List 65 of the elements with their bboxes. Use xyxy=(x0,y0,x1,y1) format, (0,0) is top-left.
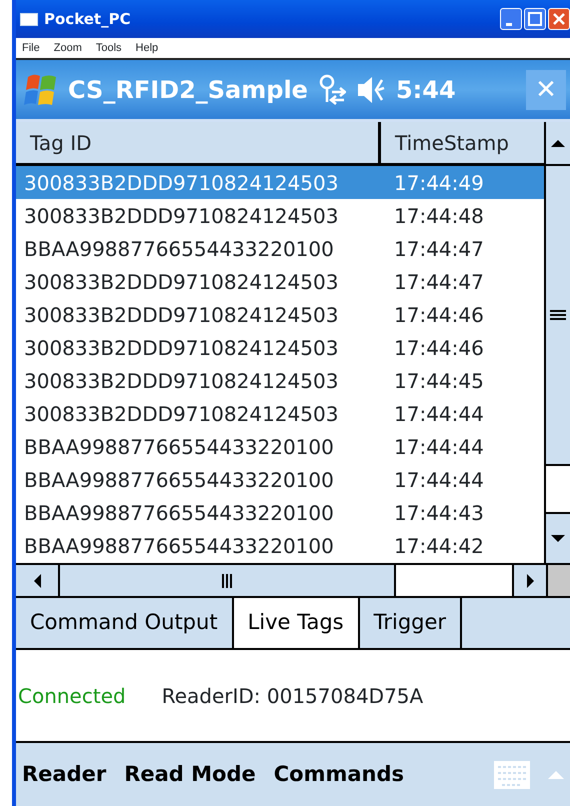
app-title: CS_RFID2_Sample xyxy=(68,74,308,106)
clock-time: 5:44 xyxy=(396,74,456,106)
up-arrow-icon xyxy=(551,138,565,148)
menu-item[interactable]: Help xyxy=(136,40,158,56)
table-row[interactable]: 300833B2DDD9710824124503 17:44:48 xyxy=(16,199,544,232)
tag-id: BBAA99887766554433220100 xyxy=(23,236,335,262)
grip-icon xyxy=(222,574,232,588)
menu-item[interactable]: Zoom xyxy=(54,40,82,56)
tab[interactable]: Live Tags xyxy=(234,598,360,648)
maximize-button[interactable] xyxy=(524,8,546,30)
table-row[interactable]: 300833B2DDD9710824124503 17:44:46 xyxy=(16,331,544,364)
menu-item[interactable]: Tools xyxy=(96,40,122,56)
connection-status: Connected xyxy=(18,682,126,710)
timestamp: 17:44:48 xyxy=(393,202,484,230)
table-row[interactable]: BBAA99887766554433220100 17:44:43 xyxy=(16,496,544,529)
maximize-icon xyxy=(528,12,542,26)
menu-soft-key[interactable]: Reader xyxy=(22,758,106,790)
timestamp: 17:44:47 xyxy=(393,236,484,262)
timestamp: 17:44:46 xyxy=(393,334,484,362)
tag-id: 300833B2DDD9710824124503 xyxy=(23,268,340,296)
tag-id: 300833B2DDD9710824124503 xyxy=(23,334,340,362)
table-row[interactable]: 300833B2DDD9710824124503 17:44:46 xyxy=(16,298,544,331)
connectivity-icon[interactable] xyxy=(318,74,346,106)
tag-id: 300833B2DDD9710824124503 xyxy=(23,400,340,428)
minimize-button[interactable] xyxy=(500,8,522,30)
timestamp: 17:44:43 xyxy=(393,500,484,526)
timestamp: 17:44:49 xyxy=(393,170,484,196)
timestamp: 17:44:44 xyxy=(393,400,484,428)
down-arrow-icon xyxy=(551,534,565,543)
timestamp: 17:44:44 xyxy=(393,466,484,494)
reader-id: ReaderID: 00157084D75A xyxy=(162,682,424,710)
right-arrow-icon xyxy=(526,574,534,588)
close-button[interactable] xyxy=(548,8,570,30)
minimize-icon xyxy=(506,22,512,26)
tag-id: 300833B2DDD9710824124503 xyxy=(23,302,340,328)
table-row[interactable]: BBAA99887766554433220100 17:44:44 xyxy=(16,463,544,496)
tag-id: BBAA99887766554433220100 xyxy=(23,466,335,494)
menu-soft-key[interactable]: Commands xyxy=(274,758,404,790)
menu-item[interactable]: File xyxy=(22,40,40,56)
tag-id: BBAA99887766554433220100 xyxy=(23,500,335,526)
tag-id: 300833B2DDD9710824124503 xyxy=(23,368,340,394)
window-title: Pocket_PC xyxy=(44,8,131,30)
tag-id: 300833B2DDD9710824124503 xyxy=(23,202,340,230)
grip-icon xyxy=(550,310,566,320)
tag-id: 300833B2DDD9710824124503 xyxy=(23,170,340,196)
scroll-corner xyxy=(548,565,570,596)
tag-id: BBAA99887766554433220100 xyxy=(23,532,335,560)
table-row[interactable]: BBAA99887766554433220100 17:44:44 xyxy=(16,430,544,463)
timestamp: 17:44:42 xyxy=(393,532,484,560)
close-icon xyxy=(552,12,566,26)
table-row[interactable]: BBAA99887766554433220100 17:44:47 xyxy=(16,232,544,265)
column-header[interactable]: TimeStamp xyxy=(381,122,544,163)
table-row[interactable]: 300833B2DDD9710824124503 17:44:44 xyxy=(16,397,544,430)
timestamp: 17:44:44 xyxy=(393,434,484,460)
left-arrow-icon xyxy=(32,574,42,588)
window-icon xyxy=(20,12,38,26)
table-row[interactable]: 300833B2DDD9710824124503 17:44:45 xyxy=(16,364,544,397)
timestamp: 17:44:46 xyxy=(393,302,484,328)
tag-id: BBAA99887766554433220100 xyxy=(23,434,335,460)
timestamp: 17:44:45 xyxy=(393,368,484,394)
timestamp: 17:44:47 xyxy=(393,268,484,296)
table-row[interactable]: 300833B2DDD9710824124503 17:44:47 xyxy=(16,265,544,298)
menu-soft-key[interactable]: Read Mode xyxy=(124,758,256,790)
column-header[interactable]: Tag ID xyxy=(16,122,381,163)
table-row[interactable]: BBAA99887766554433220100 17:44:42 xyxy=(16,529,544,562)
